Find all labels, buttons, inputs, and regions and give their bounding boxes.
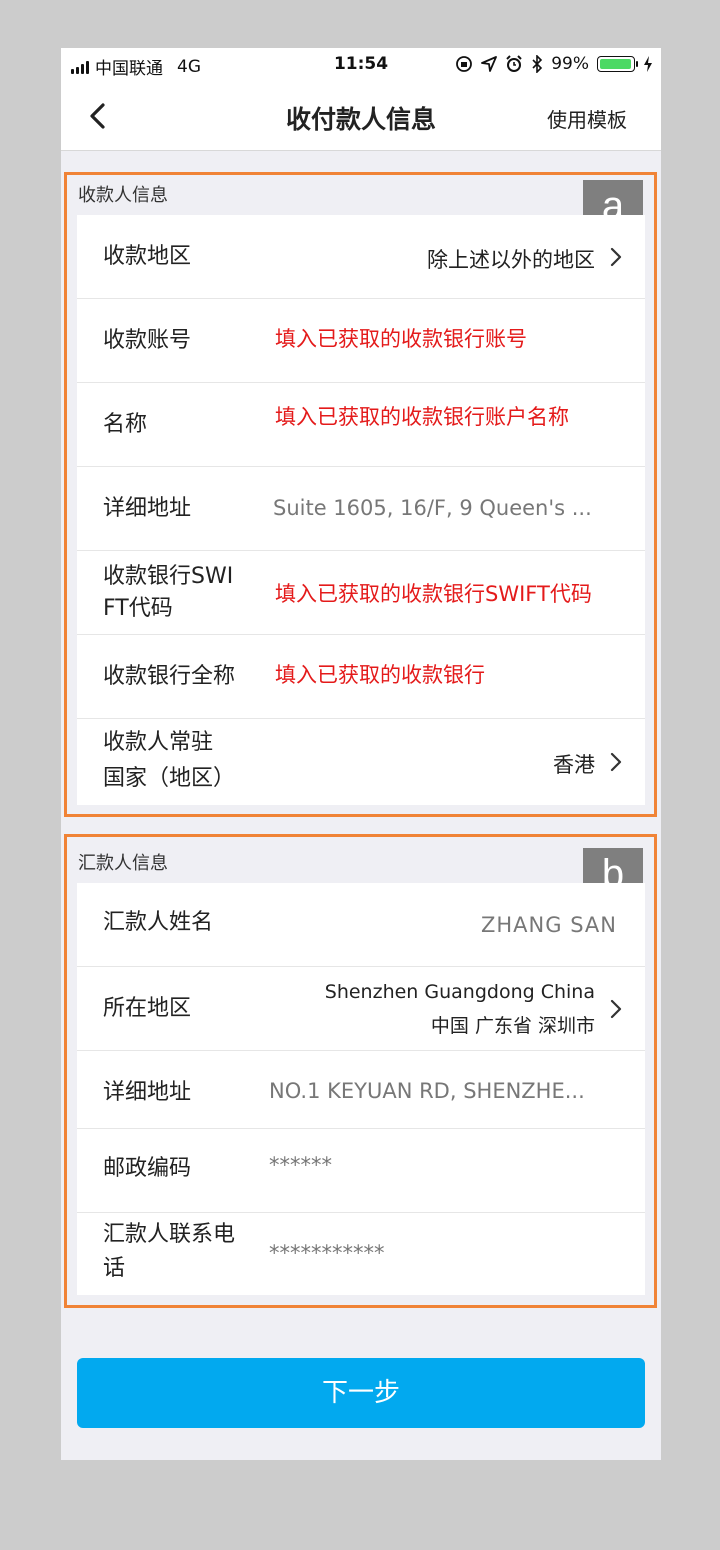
- highlight-frame-a: [64, 172, 657, 817]
- battery-percent: 99%: [551, 54, 589, 74]
- battery-icon: [597, 56, 638, 72]
- location-icon: [481, 56, 498, 72]
- status-right: 99%: [455, 54, 653, 74]
- phone-screen: 中国联通 4G 11:54 99% 收付款人信息 使用模板 收款人信息 样例 a…: [61, 48, 661, 1460]
- nav-bar: 收付款人信息 使用模板: [61, 82, 661, 151]
- status-bar: 中国联通 4G 11:54 99%: [61, 48, 661, 82]
- charging-icon: [644, 56, 652, 72]
- next-step-button[interactable]: 下一步: [77, 1358, 645, 1428]
- bluetooth-icon: [532, 55, 543, 73]
- alarm-icon: [506, 55, 522, 72]
- highlight-frame-b: [64, 834, 657, 1308]
- use-template-button[interactable]: 使用模板: [547, 104, 627, 133]
- rotation-lock-icon: [456, 56, 473, 72]
